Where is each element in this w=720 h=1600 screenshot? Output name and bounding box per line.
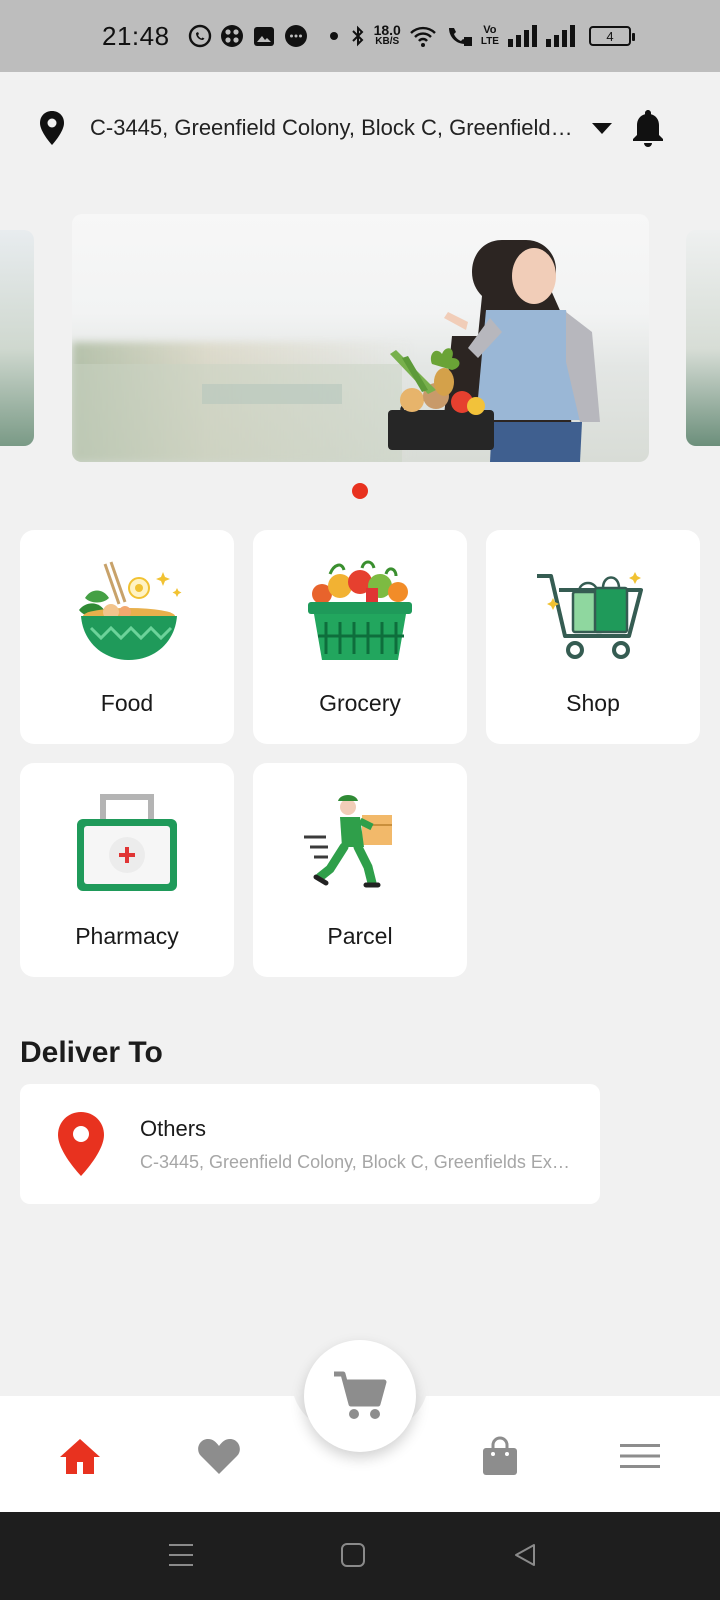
food-bowl-icon <box>79 561 182 660</box>
shopping-cart-icon <box>537 572 643 659</box>
menu-icon <box>620 1444 660 1468</box>
cart-icon <box>334 1371 387 1419</box>
status-time: 21:48 <box>102 20 170 51</box>
back-icon[interactable] <box>512 1542 538 1568</box>
bag-icon <box>483 1436 517 1475</box>
cart-button[interactable] <box>304 1340 416 1452</box>
signal-strength-2-icon <box>545 25 575 47</box>
category-label-grocery: Grocery <box>319 690 401 716</box>
nav-favorites[interactable] <box>197 1434 241 1478</box>
header-address[interactable]: C-3445, Greenfield Colony, Block C, Gree… <box>90 115 578 141</box>
wifi-icon <box>409 24 437 48</box>
category-label-shop: Shop <box>566 690 620 716</box>
signal-strength-icon <box>507 25 537 47</box>
whatsapp-icon <box>188 24 212 48</box>
location-pin-icon <box>40 111 64 145</box>
nav-menu[interactable] <box>618 1434 662 1478</box>
message-icon <box>284 24 308 48</box>
battery-icon: 4 <box>588 26 635 46</box>
nav-home[interactable] <box>58 1434 102 1478</box>
status-bar: 21:48 18.0 KB/S Vo LTE 4 <box>0 0 720 72</box>
carousel-prev-slide[interactable] <box>0 230 34 446</box>
deliver-address-label: Others <box>140 1116 207 1141</box>
category-card-parcel[interactable]: Parcel <box>253 763 467 977</box>
grocery-basket-icon <box>308 560 412 660</box>
gallery-icon <box>252 24 276 48</box>
bluetooth-icon <box>350 24 366 48</box>
promo-banner[interactable] <box>72 214 649 462</box>
carousel-next-slide[interactable] <box>686 230 720 446</box>
category-label-parcel: Parcel <box>327 923 393 949</box>
home-icon <box>60 1439 100 1474</box>
caret-down-icon[interactable] <box>592 122 612 134</box>
heart-icon <box>198 1439 240 1474</box>
deliver-address-card[interactable]: Others C-3445, Greenfield Colony, Block … <box>20 1084 600 1204</box>
location-pin-red-icon <box>58 1112 104 1176</box>
home-button-icon[interactable] <box>340 1542 366 1568</box>
system-navigation-bar <box>0 1512 720 1600</box>
nav-orders[interactable] <box>478 1434 522 1478</box>
volte-indicator: Vo LTE <box>480 24 499 48</box>
battery-level: 4 <box>606 28 614 44</box>
category-label-food: Food <box>100 690 154 716</box>
category-card-pharmacy[interactable]: Pharmacy <box>20 763 234 977</box>
wifi-calling-icon <box>445 24 473 48</box>
notification-dot-icon <box>329 32 338 40</box>
category-card-shop[interactable]: Shop <box>486 530 700 744</box>
category-label-pharmacy: Pharmacy <box>75 923 179 949</box>
recent-apps-icon[interactable] <box>168 1542 194 1568</box>
first-aid-kit-icon <box>77 794 177 891</box>
deliver-address-text: C-3445, Greenfield Colony, Block C, Gree… <box>140 1152 572 1172</box>
banner-illustration <box>72 240 600 462</box>
location-header[interactable]: C-3445, Greenfield Colony, Block C, Gree… <box>0 72 720 184</box>
app-grid-icon <box>220 24 244 48</box>
delivery-man-icon <box>304 795 392 888</box>
bell-icon[interactable] <box>630 107 666 149</box>
deliver-to-heading: Deliver To <box>20 1036 163 1069</box>
carousel-indicator-dot[interactable] <box>352 483 368 499</box>
network-speed: 18.0 KB/S <box>373 22 401 47</box>
category-card-grocery[interactable]: Grocery <box>253 530 467 744</box>
category-card-food[interactable]: Food <box>20 530 234 744</box>
